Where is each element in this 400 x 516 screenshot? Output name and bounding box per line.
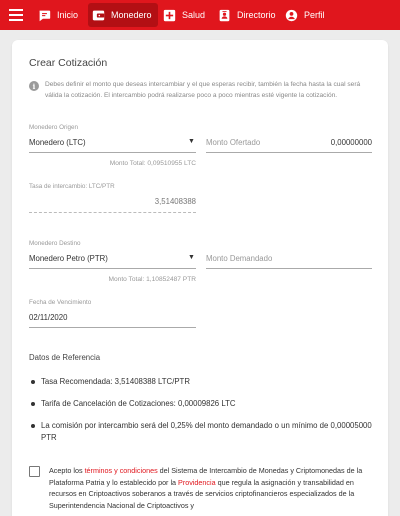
demanded-amount-underline bbox=[206, 268, 372, 269]
top-navigation-bar: Inicio Monedero Salud Directorio Perfil bbox=[0, 0, 400, 30]
terms-checkbox[interactable] bbox=[29, 466, 40, 477]
nav-label: Inicio bbox=[57, 10, 79, 20]
nav-item-inicio[interactable]: Inicio bbox=[38, 3, 78, 27]
nav-item-monedero[interactable]: Monedero bbox=[88, 3, 158, 27]
terms-prefix: Acepto los bbox=[49, 466, 85, 475]
offered-amount-underline bbox=[206, 152, 372, 153]
destination-wallet-underline bbox=[29, 268, 196, 269]
offered-amount-placeholder[interactable]: Monto Ofertado bbox=[206, 138, 260, 147]
origin-wallet-select[interactable]: Monedero (LTC) bbox=[29, 138, 86, 147]
destination-total: Monto Total: 1,10852487 PTR bbox=[108, 276, 197, 283]
nav-label: Salud bbox=[182, 10, 206, 20]
exchange-rate-underline bbox=[29, 212, 196, 213]
destination-wallet-label: Monedero Destino bbox=[29, 240, 81, 247]
exchange-rate-value: 3,51408388 bbox=[154, 197, 196, 206]
chevron-down-icon[interactable]: ▼ bbox=[188, 254, 195, 261]
origin-wallet-label: Monedero Origen bbox=[29, 124, 79, 131]
terms-agreement: Acepto los términos y condiciones del Si… bbox=[29, 465, 374, 511]
reference-list: Tasa Recomendada: 3,51408388 LTC/PTR Tar… bbox=[29, 376, 374, 454]
nav-label: Perfil bbox=[304, 10, 325, 20]
list-item: Tarifa de Cancelación de Cotizaciones: 0… bbox=[29, 398, 374, 410]
quote-form-card: Crear Cotización i Debes definir el mont… bbox=[12, 40, 388, 516]
reference-title: Datos de Referencia bbox=[29, 353, 101, 362]
origin-wallet-underline bbox=[29, 152, 196, 153]
medical-cross-icon bbox=[163, 9, 176, 22]
menu-icon[interactable] bbox=[9, 9, 23, 21]
info-icon: i bbox=[29, 81, 39, 91]
expiry-date-input[interactable]: 02/11/2020 bbox=[29, 313, 67, 322]
offered-amount-input[interactable]: 0,00000000 bbox=[292, 138, 372, 147]
user-icon bbox=[285, 9, 298, 22]
exchange-rate-label: Tasa de intercambio: LTC/PTR bbox=[29, 183, 115, 190]
list-item: La comisión por intercambio será del 0,2… bbox=[29, 420, 374, 444]
nav-label: Monedero bbox=[111, 10, 152, 20]
origin-total: Monto Total: 0,09510955 LTC bbox=[109, 160, 196, 167]
providencia-link[interactable]: Providencia bbox=[178, 478, 216, 487]
expiry-date-underline bbox=[29, 327, 196, 328]
expiry-date-label: Fecha de Vencimiento bbox=[29, 299, 92, 306]
info-text: Debes definir el monto que deseas interc… bbox=[45, 81, 361, 99]
destination-wallet-select[interactable]: Monedero Petro (PTR) bbox=[29, 254, 108, 263]
contact-card-icon bbox=[218, 9, 231, 22]
page-title: Crear Cotización bbox=[29, 57, 108, 69]
nav-item-salud[interactable]: Salud bbox=[163, 3, 205, 27]
chevron-down-icon[interactable]: ▼ bbox=[188, 138, 195, 145]
nav-label: Directorio bbox=[237, 10, 276, 20]
nav-item-directorio[interactable]: Directorio bbox=[218, 3, 276, 27]
terms-text: Acepto los términos y condiciones del Si… bbox=[49, 465, 374, 511]
terms-link[interactable]: términos y condiciones bbox=[85, 466, 158, 475]
nav-item-perfil[interactable]: Perfil bbox=[285, 3, 325, 27]
list-item: Tasa Recomendada: 3,51408388 LTC/PTR bbox=[29, 376, 374, 388]
chat-icon bbox=[38, 9, 51, 22]
wallet-icon bbox=[92, 9, 105, 22]
demanded-amount-input[interactable]: Monto Demandado bbox=[206, 254, 272, 263]
info-message: i Debes definir el monto que deseas inte… bbox=[29, 80, 371, 101]
